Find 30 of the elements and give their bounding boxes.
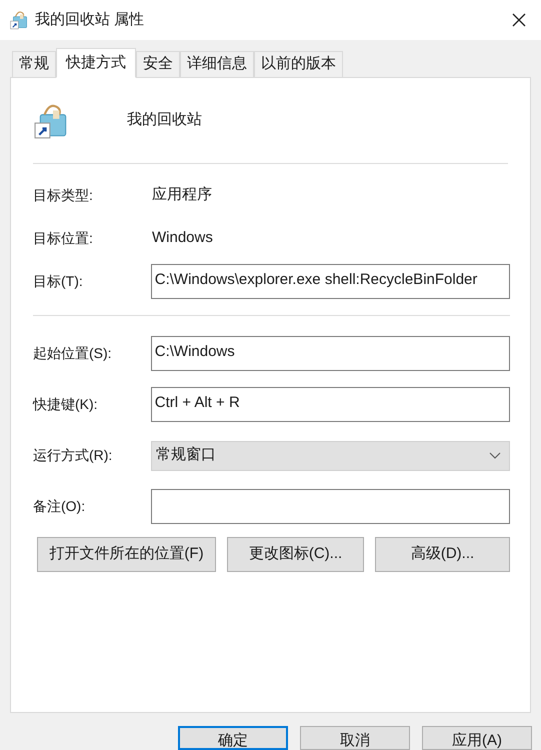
tab[interactable]: 常规 [12,51,56,77]
dialog-button[interactable]: 确定 [178,726,288,750]
field-label: 快捷键(K): [33,395,99,414]
action-button[interactable]: 打开文件所在的位置(F) [37,537,216,572]
tab[interactable]: 安全 [136,51,180,77]
tab[interactable]: 快捷方式 [56,48,136,78]
input-field[interactable] [150,489,510,524]
field-value: Windows [152,228,213,248]
dialog-button[interactable]: 取消 [300,726,410,750]
field-label: 运行方式(R): [33,446,114,465]
shortcut-name: 我的回收站 [127,110,202,130]
close-icon [512,13,526,27]
action-button[interactable]: 更改图标(C)... [227,537,364,572]
input-field[interactable]: Ctrl + Alt + R [150,387,510,422]
recycle-bin-icon [10,10,30,30]
action-button[interactable]: 高级(D)... [375,537,510,572]
tab[interactable]: 详细信息 [180,51,254,77]
field-label: 起始位置(S): [33,344,113,363]
dropdown[interactable]: 常规窗口 [150,440,510,470]
input-field[interactable]: C:\Windows [150,336,510,371]
field-label: 目标位置: [33,229,94,248]
field-value: 应用程序 [152,185,212,206]
dialog-button[interactable]: 应用(A) [422,726,532,750]
window-title: 我的回收站 属性 [35,10,144,30]
tab[interactable]: 以前的版本 [254,51,343,77]
chevron-icon [489,452,501,460]
input-field[interactable]: C:\Windows\explorer.exe shell:RecycleBinFolder [150,264,510,299]
field-label: 目标(T): [33,272,84,291]
field-label: 目标类型: [33,186,94,205]
field-label: 备注(O): [33,497,86,516]
